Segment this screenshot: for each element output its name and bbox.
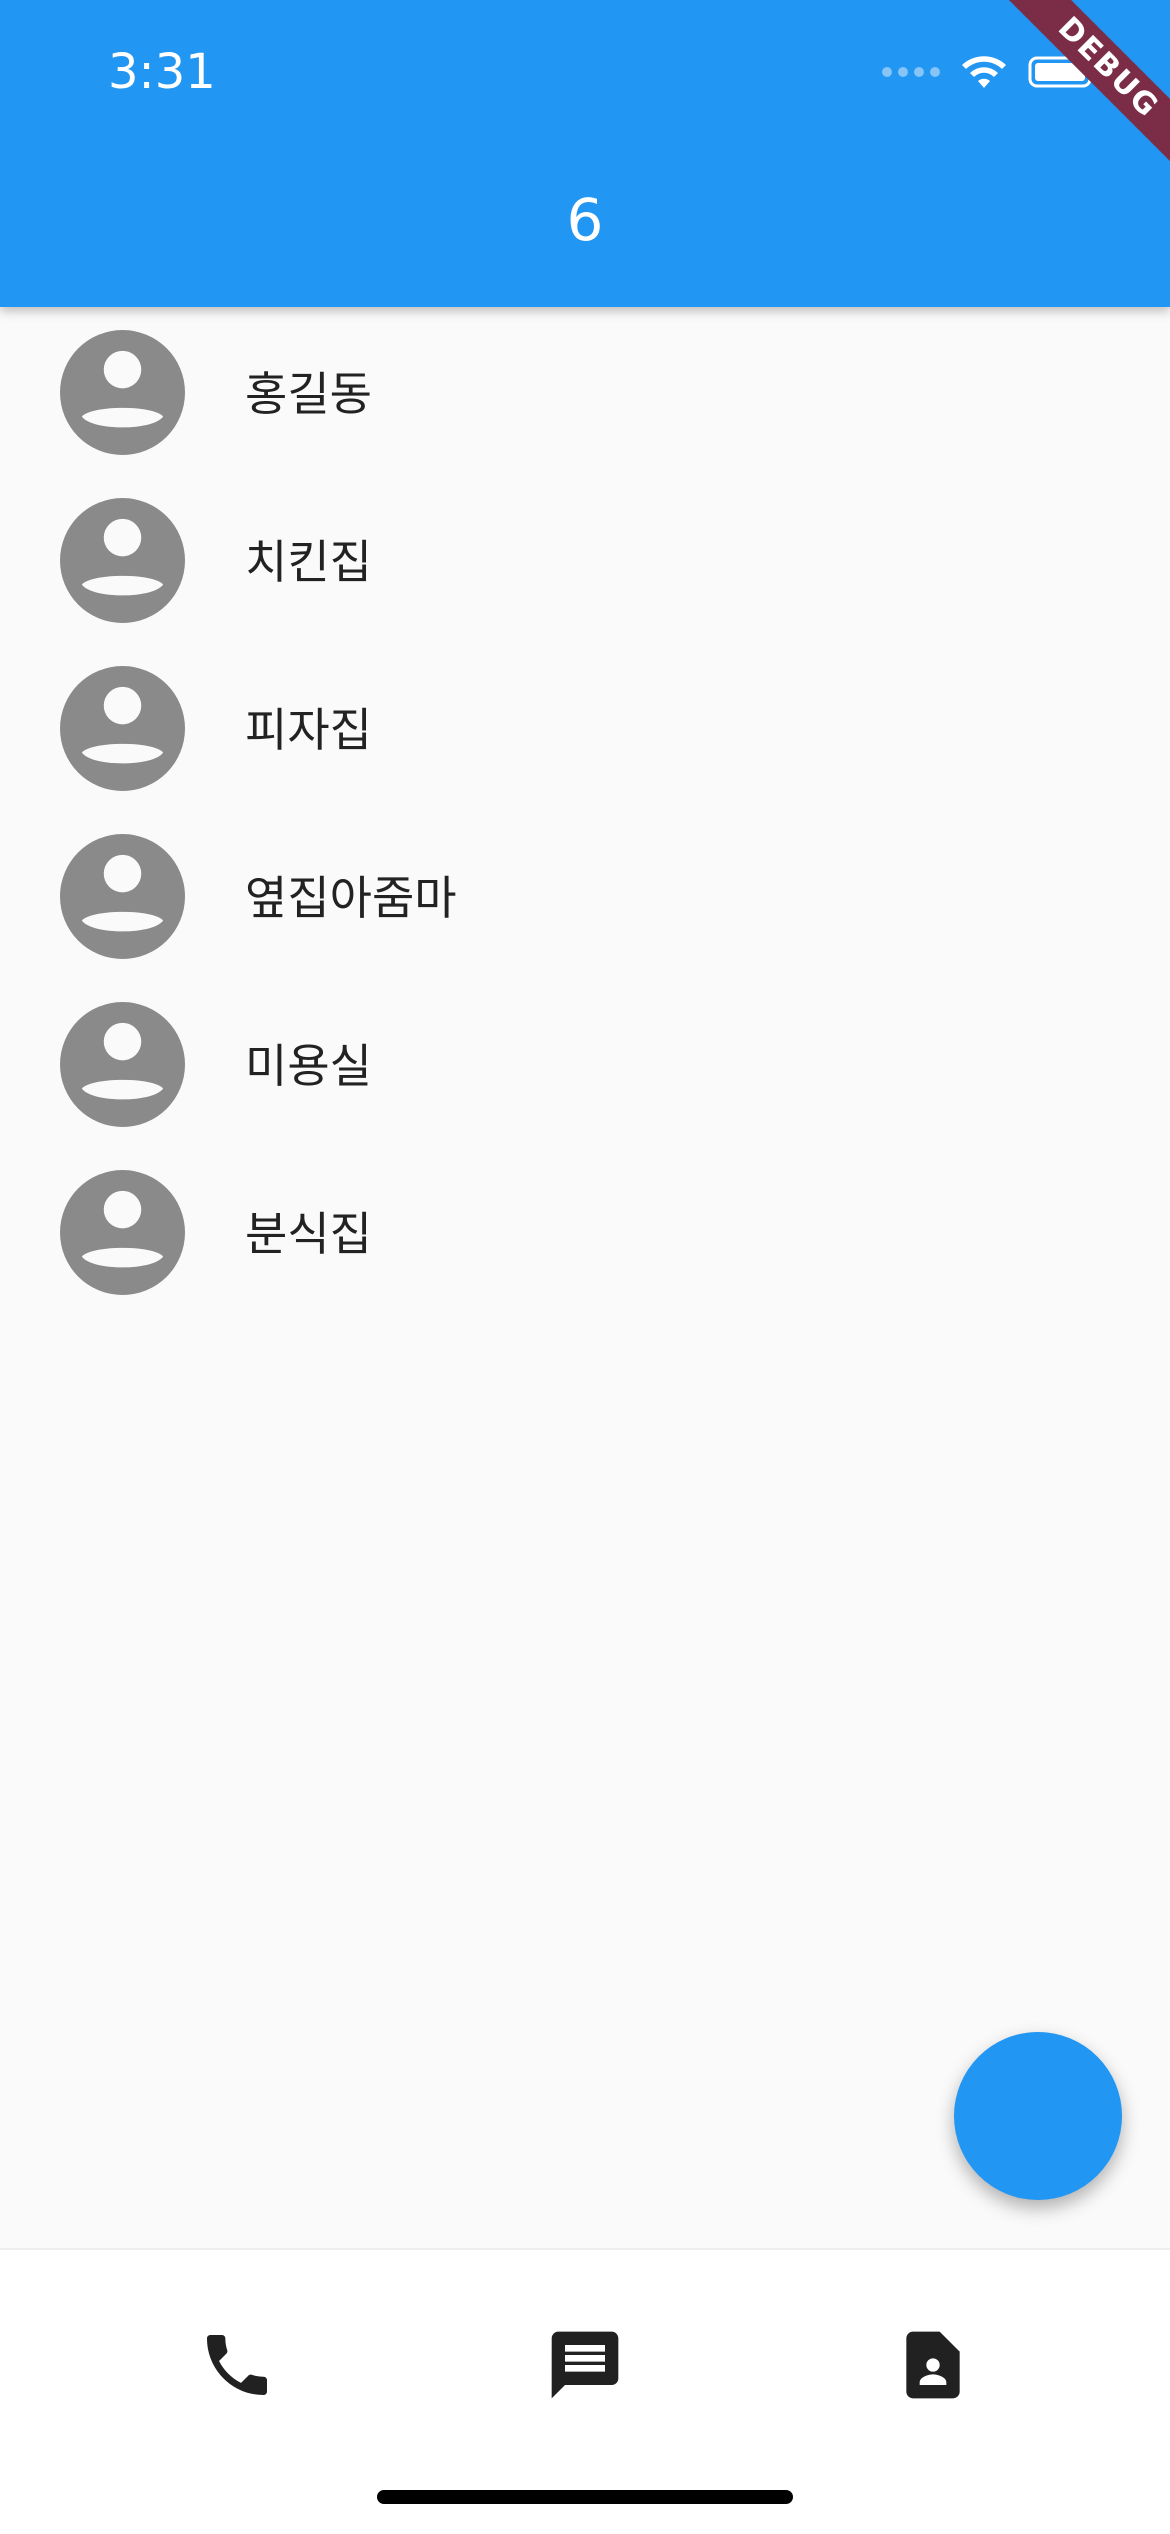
account-circle-icon <box>60 330 185 455</box>
phone-icon <box>207 2335 267 2395</box>
account-circle-icon <box>60 498 185 623</box>
home-indicator <box>377 2490 793 2504</box>
account-circle-icon <box>60 1002 185 1127</box>
contact-name: 분식집 <box>245 1207 372 1261</box>
account-circle-icon <box>60 834 185 959</box>
list-item[interactable]: 미용실 <box>0 979 1170 1147</box>
list-item[interactable]: 피자집 <box>0 643 1170 811</box>
contact-name: 치킨집 <box>245 535 372 589</box>
account-circle-icon <box>60 1170 185 1295</box>
list-item[interactable]: 옆집아줌마 <box>0 811 1170 979</box>
nav-item-contacts[interactable] <box>893 2325 973 2405</box>
debug-banner-label: DEBUG <box>986 0 1170 190</box>
contact-card-icon <box>906 2331 960 2399</box>
status-time: 3:31 <box>108 44 216 100</box>
contact-list: 홍길동 치킨집 피자집 옆집아줌마 미용실 분식집 <box>0 307 1170 1315</box>
contact-name: 홍길동 <box>245 367 372 421</box>
contact-name: 옆집아줌마 <box>245 871 457 925</box>
signal-icon <box>882 67 940 77</box>
message-icon <box>551 2331 619 2399</box>
list-item[interactable]: 홍길동 <box>0 307 1170 475</box>
contact-name: 미용실 <box>245 1039 372 1093</box>
debug-banner: DEBUG <box>970 0 1170 200</box>
floating-action-button[interactable] <box>954 2032 1122 2200</box>
account-circle-icon <box>60 666 185 791</box>
list-item[interactable]: 치킨집 <box>0 475 1170 643</box>
nav-item-messages[interactable] <box>545 2325 625 2405</box>
nav-item-calls[interactable] <box>197 2325 277 2405</box>
contact-name: 피자집 <box>245 703 372 757</box>
list-item[interactable]: 분식집 <box>0 1147 1170 1315</box>
